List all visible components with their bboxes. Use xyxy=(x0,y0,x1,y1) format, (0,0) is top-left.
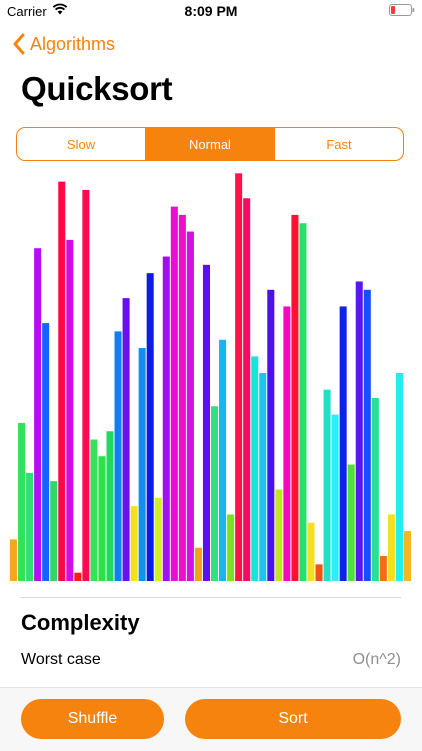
chart-bar xyxy=(114,331,122,581)
chart-bar xyxy=(363,289,371,581)
chart-bar xyxy=(219,339,227,581)
chart-bar xyxy=(186,231,194,581)
back-button[interactable]: Algorithms xyxy=(12,32,115,56)
chart-bar xyxy=(202,264,210,581)
chart-bar xyxy=(339,306,347,581)
speed-option-slow[interactable]: Slow xyxy=(17,128,145,160)
chart-bar xyxy=(347,464,355,581)
chart-bar xyxy=(275,489,283,581)
chart-bar xyxy=(371,397,379,581)
chart-bar xyxy=(10,539,18,581)
chart-bar xyxy=(66,239,74,581)
chart-bar xyxy=(98,456,106,581)
chart-bar xyxy=(251,356,259,581)
chevron-left-icon xyxy=(13,33,25,55)
chart-bar xyxy=(379,556,387,581)
chart-bar xyxy=(235,173,243,581)
chart-bar xyxy=(387,514,395,581)
chart-bar xyxy=(259,373,267,581)
speed-option-fast[interactable]: Fast xyxy=(274,128,403,160)
chart-bar xyxy=(403,531,411,581)
chart-bar xyxy=(122,298,130,581)
chart-bar xyxy=(162,256,170,581)
chart-bar xyxy=(50,481,58,581)
chart-bar xyxy=(138,348,146,581)
chart-bar xyxy=(130,506,138,581)
chart-bar xyxy=(211,406,219,581)
chart-bar xyxy=(395,373,403,581)
page-title: Quicksort xyxy=(21,70,173,107)
chart-bar xyxy=(74,572,82,581)
chart-bar xyxy=(18,422,26,581)
chart-bar xyxy=(283,306,291,581)
chart-bar xyxy=(106,431,114,581)
battery-icon xyxy=(389,4,415,16)
bottom-toolbar: Shuffle Sort xyxy=(0,687,422,751)
chart-bar xyxy=(34,248,42,581)
back-label: Algorithms xyxy=(30,33,116,54)
speed-option-normal[interactable]: Normal xyxy=(145,128,274,160)
chart-bar xyxy=(299,223,307,581)
chart-bar xyxy=(90,439,98,581)
worst-case-label: Worst case xyxy=(21,651,101,668)
chart-bar xyxy=(243,198,251,581)
chart-bar xyxy=(323,389,331,581)
shuffle-button[interactable]: Shuffle xyxy=(21,699,164,739)
chart-bar xyxy=(82,189,90,581)
sorting-bar-chart xyxy=(10,173,411,581)
chart-bar xyxy=(170,206,178,581)
worst-case-value: O(n^2) xyxy=(352,651,401,668)
chart-bar xyxy=(26,472,34,581)
chart-bar xyxy=(307,522,315,581)
chart-bar xyxy=(315,564,323,581)
status-bar: Carrier 8:09 PM xyxy=(0,0,422,22)
chart-bar xyxy=(178,214,186,581)
chart-bar xyxy=(291,214,299,581)
chart-bar xyxy=(355,281,363,581)
chart-bar xyxy=(42,323,50,581)
speed-segmented-control: Slow Normal Fast xyxy=(16,127,404,161)
chart-bar xyxy=(194,547,202,581)
chart-bar xyxy=(154,497,162,581)
chart-bar xyxy=(267,289,275,581)
chart-bar xyxy=(146,273,154,581)
sort-button[interactable]: Sort xyxy=(185,699,401,739)
chart-bar xyxy=(331,414,339,581)
chart-bar xyxy=(227,514,235,581)
chart-bar xyxy=(58,181,66,581)
divider xyxy=(21,597,401,598)
complexity-title: Complexity xyxy=(21,610,140,635)
status-time: 8:09 PM xyxy=(184,3,238,19)
